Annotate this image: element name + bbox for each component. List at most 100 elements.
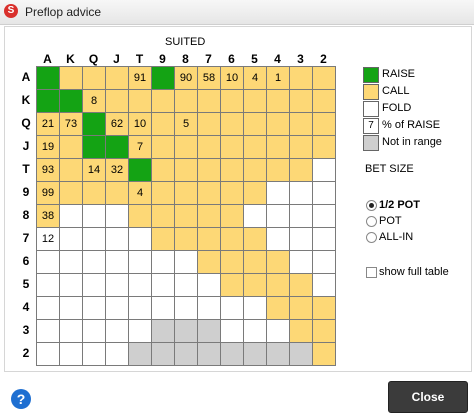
hand-cell[interactable] <box>60 228 83 251</box>
hand-cell[interactable]: 10 <box>221 67 244 90</box>
hand-cell[interactable] <box>152 113 175 136</box>
radio-label[interactable]: POT <box>379 215 402 227</box>
hand-cell[interactable] <box>129 320 152 343</box>
hand-cell[interactable] <box>60 320 83 343</box>
hand-cell[interactable] <box>313 67 336 90</box>
hand-cell[interactable]: 58 <box>198 67 221 90</box>
hand-cell[interactable]: 4 <box>129 182 152 205</box>
hand-cell[interactable] <box>244 343 267 366</box>
hand-cell[interactable] <box>152 136 175 159</box>
hand-cell[interactable] <box>37 67 60 90</box>
hand-cell[interactable] <box>221 343 244 366</box>
hand-cell[interactable] <box>244 90 267 113</box>
hand-cell[interactable] <box>152 274 175 297</box>
hand-cell[interactable] <box>290 274 313 297</box>
hand-cell[interactable] <box>37 297 60 320</box>
hand-cell[interactable] <box>290 343 313 366</box>
radio-button[interactable] <box>366 200 377 211</box>
hand-cell[interactable] <box>244 320 267 343</box>
checkbox[interactable] <box>366 267 377 278</box>
hand-cell[interactable] <box>198 297 221 320</box>
radio-label[interactable]: 1/2 POT <box>379 199 420 211</box>
hand-cell[interactable] <box>106 182 129 205</box>
hand-cell[interactable] <box>313 205 336 228</box>
hand-cell[interactable] <box>60 67 83 90</box>
hand-cell[interactable] <box>313 251 336 274</box>
hand-cell[interactable] <box>152 205 175 228</box>
radio-label[interactable]: ALL-IN <box>379 231 413 243</box>
hand-cell[interactable] <box>129 274 152 297</box>
hand-cell[interactable] <box>60 205 83 228</box>
hand-cell[interactable] <box>129 343 152 366</box>
hand-cell[interactable] <box>290 251 313 274</box>
hand-cell[interactable] <box>221 274 244 297</box>
hand-cell[interactable] <box>175 205 198 228</box>
hand-cell[interactable] <box>313 274 336 297</box>
hand-cell[interactable] <box>175 136 198 159</box>
hand-cell[interactable]: 90 <box>175 67 198 90</box>
hand-cell[interactable] <box>152 320 175 343</box>
hand-cell[interactable] <box>175 182 198 205</box>
hand-cell[interactable] <box>267 136 290 159</box>
hand-cell[interactable] <box>83 297 106 320</box>
hand-cell[interactable]: 93 <box>37 159 60 182</box>
hand-cell[interactable] <box>290 205 313 228</box>
hand-cell[interactable] <box>221 159 244 182</box>
hand-cell[interactable] <box>106 274 129 297</box>
hand-cell[interactable] <box>60 182 83 205</box>
hand-cell[interactable] <box>244 274 267 297</box>
hand-cell[interactable] <box>244 113 267 136</box>
hand-cell[interactable] <box>37 251 60 274</box>
hand-cell[interactable] <box>267 251 290 274</box>
hand-cell[interactable] <box>290 297 313 320</box>
hand-cell[interactable] <box>198 90 221 113</box>
hand-cell[interactable] <box>152 343 175 366</box>
hand-cell[interactable] <box>267 113 290 136</box>
hand-cell[interactable] <box>244 182 267 205</box>
hand-cell[interactable] <box>244 136 267 159</box>
hand-cell[interactable] <box>221 228 244 251</box>
hand-cell[interactable] <box>106 343 129 366</box>
hand-cell[interactable] <box>244 205 267 228</box>
hand-cell[interactable] <box>221 182 244 205</box>
hand-cell[interactable] <box>37 274 60 297</box>
hand-cell[interactable]: 8 <box>83 90 106 113</box>
hand-cell[interactable] <box>106 251 129 274</box>
hand-cell[interactable] <box>152 90 175 113</box>
hand-cell[interactable]: 10 <box>129 113 152 136</box>
hand-cell[interactable] <box>60 297 83 320</box>
hand-cell[interactable] <box>37 90 60 113</box>
hand-cell[interactable] <box>106 205 129 228</box>
hand-cell[interactable]: 62 <box>106 113 129 136</box>
hand-cell[interactable]: 99 <box>37 182 60 205</box>
hand-cell[interactable] <box>244 159 267 182</box>
hand-cell[interactable] <box>175 90 198 113</box>
hand-cell[interactable] <box>152 251 175 274</box>
checkbox-label[interactable]: show full table <box>379 266 449 278</box>
hand-cell[interactable]: 21 <box>37 113 60 136</box>
hand-cell[interactable] <box>198 320 221 343</box>
hand-cell[interactable] <box>83 182 106 205</box>
hand-cell[interactable]: 32 <box>106 159 129 182</box>
hand-cell[interactable] <box>244 228 267 251</box>
hand-cell[interactable] <box>60 274 83 297</box>
hand-cell[interactable] <box>106 320 129 343</box>
hand-cell[interactable] <box>175 251 198 274</box>
hand-cell[interactable] <box>198 343 221 366</box>
hand-cell[interactable] <box>83 320 106 343</box>
radio-button[interactable] <box>366 216 377 227</box>
hand-cell[interactable] <box>221 320 244 343</box>
hand-cell[interactable] <box>152 297 175 320</box>
hand-cell[interactable] <box>221 90 244 113</box>
hand-cell[interactable] <box>267 297 290 320</box>
hand-cell[interactable] <box>267 205 290 228</box>
hand-cell[interactable] <box>83 251 106 274</box>
hand-cell[interactable] <box>290 113 313 136</box>
hand-cell[interactable] <box>290 228 313 251</box>
hand-cell[interactable] <box>175 297 198 320</box>
hand-cell[interactable] <box>244 251 267 274</box>
hand-cell[interactable] <box>198 136 221 159</box>
hand-cell[interactable] <box>83 136 106 159</box>
hand-cell[interactable]: 7 <box>129 136 152 159</box>
hand-cell[interactable] <box>129 297 152 320</box>
